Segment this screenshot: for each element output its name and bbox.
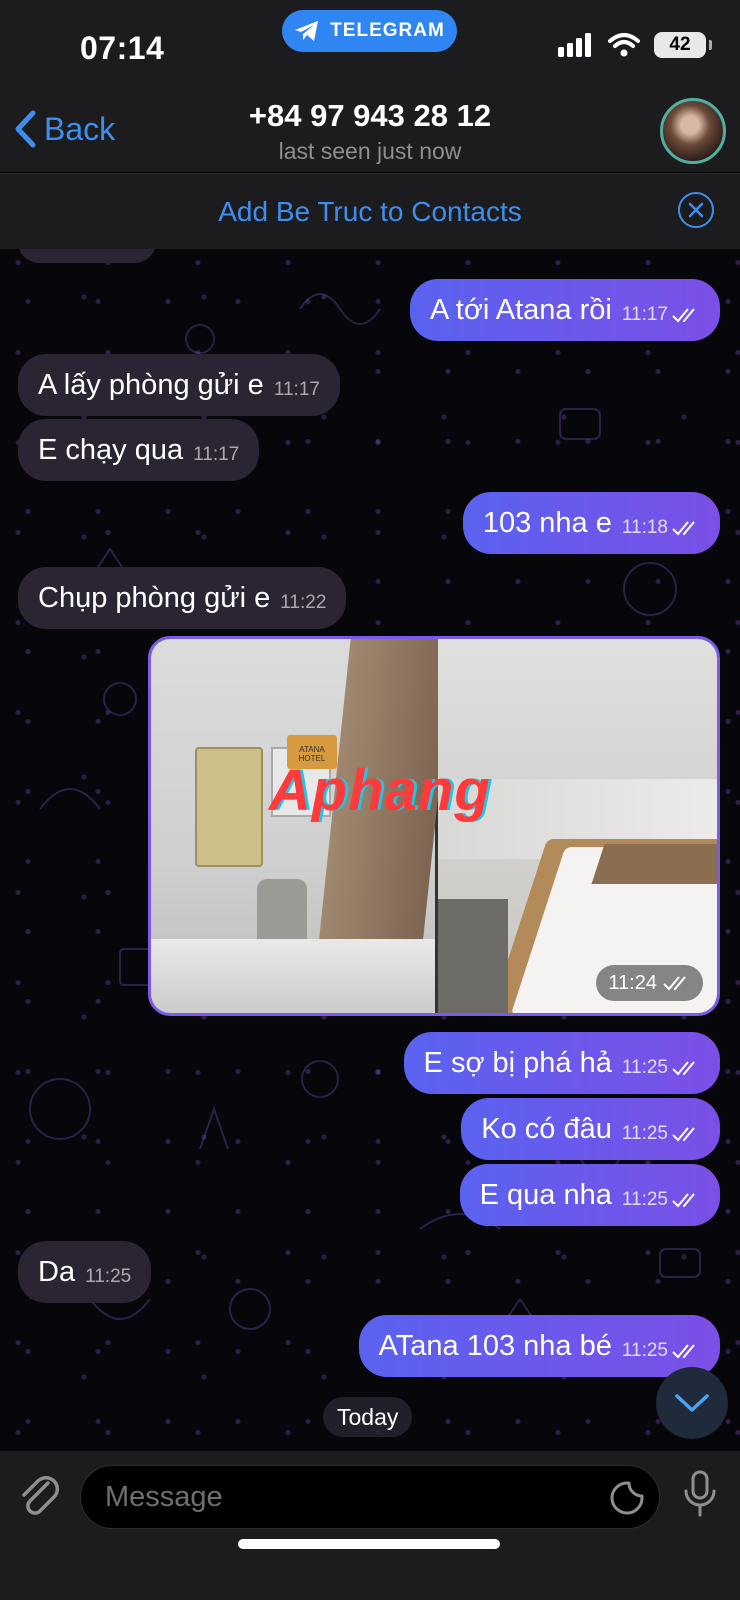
chat-title[interactable]: +84 97 943 28 12 [0,98,740,134]
add-contact-button[interactable]: Add Be Truc to Contacts [0,196,740,228]
message-meta: 11:18 [622,517,700,539]
telegram-icon [295,21,319,41]
message-bubble-incoming[interactable]: E chạy qua 11:17 [18,419,260,481]
status-time: 07:14 [80,30,165,66]
message-time: 11:17 [193,444,240,465]
double-check-icon [663,976,686,991]
message-bubble-outgoing[interactable]: A tới Atana rồi 11:17 [410,279,720,341]
message-bubble-outgoing[interactable]: ATana 103 nha bé 11:25 [358,1315,720,1377]
photo-room-wall: ATANA HOTEL [151,639,455,1013]
message-bubble-partial[interactable] [18,249,156,263]
status-icons: 42 [558,32,712,58]
message-composer [0,1451,740,1600]
message-bubble-incoming[interactable]: A lấy phòng gửi e 11:17 [18,354,340,416]
message-time: 11:25 [621,1189,668,1210]
message-time: 11:25 [621,1340,668,1361]
message-time: 11:25 [85,1266,132,1287]
home-indicator [238,1539,500,1549]
telegram-pill[interactable]: TELEGRAM [282,10,457,52]
message-text: A lấy phòng gửi e [38,368,264,401]
microphone-icon [684,1470,716,1517]
chevron-down-icon [675,1394,709,1412]
date-separator: Today [323,1397,413,1437]
message-time: 11:17 [273,379,320,400]
photo-meta: 11:24 [596,965,703,1001]
message-meta: 11:17 [622,304,700,326]
message-meta: 11:25 [622,1057,700,1079]
attach-button[interactable] [18,1471,62,1526]
double-check-icon [672,521,695,536]
signal-icon [558,33,591,57]
message-bubble-incoming[interactable]: Chụp phòng gửi e 11:22 [18,567,347,629]
double-check-icon [672,1193,695,1208]
double-check-icon [672,1127,695,1142]
avatar[interactable] [660,98,726,164]
message-time: 11:25 [621,1057,668,1078]
message-text: Chụp phòng gửi e [38,581,271,614]
chat-area[interactable]: A tới Atana rồi 11:17 A lấy phòng gửi e … [0,249,740,1451]
watermark: Aphang [269,758,491,823]
chat-header: Back +84 97 943 28 12 last seen just now [0,86,740,172]
voice-record-button[interactable] [682,1469,718,1524]
message-time: 11:25 [621,1123,668,1144]
battery-indicator: 42 [654,32,712,58]
message-text: E chạy qua [38,433,184,466]
message-time: 11:18 [621,517,668,538]
paperclip-icon [22,1475,60,1515]
message-text: ATana 103 nha bé [378,1329,612,1362]
message-bubble-outgoing[interactable]: 103 nha e 11:18 [462,492,720,554]
sticker-icon [610,1481,644,1515]
double-check-icon [672,1061,695,1076]
message-bubble-incoming[interactable]: Da 11:25 [18,1241,152,1303]
message-text: Ko có đâu [481,1112,612,1145]
telegram-pill-label: TELEGRAM [330,20,445,41]
message-time: 11:22 [280,592,327,613]
message-text: 103 nha e [482,506,612,539]
double-check-icon [672,308,695,323]
message-meta: 11:25 [622,1123,700,1145]
add-contact-bar: Add Be Truc to Contacts [0,173,740,249]
message-meta: 11:25 [622,1340,700,1362]
message-bubble-outgoing[interactable]: Ko có đâu 11:25 [461,1098,720,1160]
sticker-button[interactable] [609,1480,645,1521]
message-text: A tới Atana rồi [430,293,612,326]
message-input-container [80,1465,660,1529]
close-circle-icon [688,202,704,218]
double-check-icon [672,1344,695,1359]
wifi-icon [608,33,640,57]
close-contact-bar-button[interactable] [678,192,714,228]
last-seen-status: last seen just now [278,138,462,164]
message-time: 11:17 [621,304,668,325]
message-bubble-outgoing[interactable]: E qua nha 11:25 [459,1164,720,1226]
message-text: Da [38,1255,76,1288]
message-meta: 11:25 [622,1189,700,1211]
photo-message[interactable]: ATANA HOTEL Aphang 11:24 [148,636,720,1016]
message-bubble-outgoing[interactable]: E sợ bị phá hả 11:25 [403,1032,720,1094]
scroll-down-button[interactable] [656,1367,728,1439]
message-text: E sợ bị phá hả [423,1046,612,1079]
status-bar: 07:14 TELEGRAM 42 [0,0,740,86]
photo-room-bed [438,639,717,1013]
message-input[interactable] [105,1466,575,1528]
message-text: E qua nha [479,1178,612,1211]
message-time: 11:24 [608,971,657,994]
